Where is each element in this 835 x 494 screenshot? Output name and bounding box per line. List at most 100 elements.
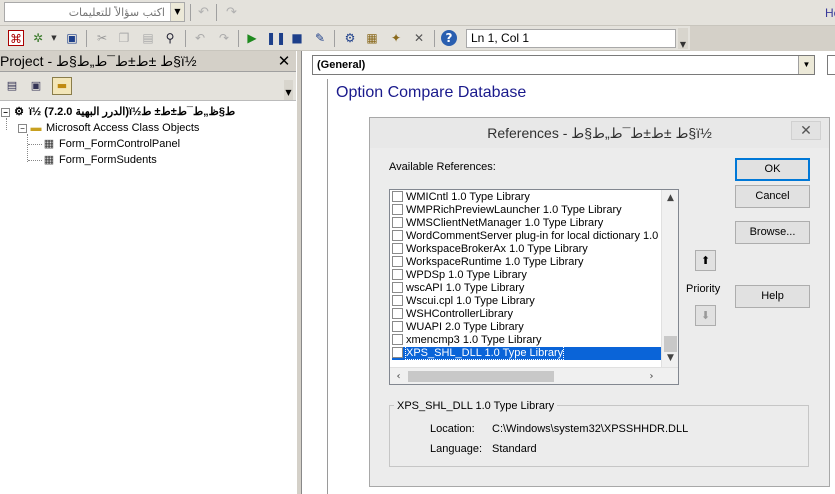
cursor-position: Ln 1, Col 1 <box>466 29 676 48</box>
toolbox-icon[interactable]: ✕ <box>411 30 427 46</box>
tree-item[interactable]: ▦ Form_FormSudents <box>42 153 157 167</box>
reference-item[interactable]: WorkspaceRuntime 1.0 Type Library <box>392 256 662 269</box>
access-view-icon[interactable]: ⌘ <box>8 30 24 46</box>
reference-info-group <box>389 405 809 467</box>
redo-icon[interactable]: ↷ <box>224 5 239 20</box>
dropdown-arrow-icon[interactable]: ▼ <box>170 3 184 21</box>
toolbar-separator <box>190 4 191 21</box>
vertical-scrollbar[interactable]: ▲ ▼ <box>661 190 678 367</box>
find-icon[interactable]: ⚲ <box>162 30 178 46</box>
tree-root-node[interactable]: − ⚙ ï½ (الدرر البهية 7.2.0)ï½ط§ظ„ط¯ط±ط± ط <box>1 105 235 119</box>
code-line[interactable]: Option Compare Database <box>336 84 526 102</box>
reference-checkbox[interactable] <box>392 347 403 358</box>
reference-checkbox[interactable] <box>392 217 403 228</box>
tree-folder-label: Microsoft Access Class Objects <box>46 122 200 134</box>
object-selector-value: (General) <box>317 59 366 71</box>
close-icon[interactable]: ✕ <box>791 121 821 140</box>
priority-label: Priority <box>686 283 721 295</box>
reference-checkbox[interactable] <box>392 321 403 332</box>
close-icon[interactable]: ✕ <box>275 53 293 70</box>
scrollbar-thumb[interactable] <box>408 371 554 382</box>
reference-checkbox[interactable] <box>392 334 403 345</box>
toggle-folders-icon[interactable]: ▬ <box>52 77 72 95</box>
priority-down-icon[interactable]: ⬇ <box>695 305 716 326</box>
break-icon[interactable]: ❚❚ <box>266 30 286 46</box>
reference-item[interactable]: WPDSp 1.0 Type Library <box>392 269 662 282</box>
tree-connector <box>27 134 28 162</box>
available-references-label: Available References: <box>389 161 496 173</box>
reference-checkbox[interactable] <box>392 269 403 280</box>
scroll-right-icon[interactable]: › <box>643 368 660 384</box>
toolbar-separator <box>86 30 87 47</box>
reference-checkbox[interactable] <box>392 256 403 267</box>
toolbar-separator <box>334 30 335 47</box>
tree-root-label: ï½ (الدرر البهية 7.2.0)ï½ط§ظ„ط¯ط±ط± ط <box>29 106 236 118</box>
reference-checkbox[interactable] <box>392 204 403 215</box>
dropdown-arrow-icon[interactable]: ▼ <box>798 56 814 74</box>
reference-item[interactable]: xmencmp3 1.0 Type Library <box>392 334 662 347</box>
reference-checkbox[interactable] <box>392 230 403 241</box>
reference-item[interactable]: WSHControllerLibrary <box>392 308 662 321</box>
object-selector[interactable]: (General) ▼ <box>312 55 815 75</box>
reference-checkbox[interactable] <box>392 295 403 306</box>
ok-button[interactable]: OK <box>735 158 810 181</box>
help-icon[interactable]: ? <box>441 30 457 46</box>
collapse-icon[interactable]: − <box>18 123 27 133</box>
reset-icon[interactable]: ■ <box>289 30 305 46</box>
procedure-selector[interactable] <box>827 55 835 75</box>
reference-checkbox[interactable] <box>392 282 403 293</box>
cancel-button[interactable]: Cancel <box>735 185 810 208</box>
redo-icon[interactable]: ↷ <box>216 30 232 46</box>
priority-up-icon[interactable]: ⬆ <box>695 250 716 271</box>
dropdown-arrow-icon[interactable]: ▼ <box>46 30 62 46</box>
project-explorer-icon[interactable]: ⚙ <box>342 30 358 46</box>
reference-checkbox[interactable] <box>392 308 403 319</box>
reference-item[interactable]: WUAPI 2.0 Type Library <box>392 321 662 334</box>
reference-item[interactable]: WMPRichPreviewLauncher 1.0 Type Library <box>392 204 662 217</box>
reference-checkbox[interactable] <box>392 191 403 202</box>
view-object-icon[interactable]: ▣ <box>26 77 46 95</box>
language-label: Language: <box>430 443 482 455</box>
cut-icon[interactable]: ✂ <box>94 30 110 46</box>
undo-icon[interactable]: ↶ <box>192 30 208 46</box>
toolbar-separator <box>216 4 217 21</box>
reference-item[interactable]: WMICntl 1.0 Type Library <box>392 191 662 204</box>
save-icon[interactable]: ▣ <box>64 30 80 46</box>
ask-question-box[interactable]: ▼ <box>4 2 185 22</box>
project-pane-title: Project - ط ±ط±ط¯ط„ط§ط§ï½ <box>0 51 296 72</box>
collapse-icon[interactable]: − <box>1 107 10 117</box>
tree-item[interactable]: ▦ Form_FormControlPanel <box>42 137 180 151</box>
scroll-down-icon[interactable]: ▼ <box>662 350 678 367</box>
toolbar-options-grip[interactable]: ▼ <box>678 28 688 49</box>
scroll-up-icon[interactable]: ▲ <box>662 190 678 207</box>
language-value: Standard <box>492 443 537 455</box>
reference-item[interactable]: WorkspaceBrokerAx 1.0 Type Library <box>392 243 662 256</box>
reference-item[interactable]: WordCommentServer plug-in for local dict… <box>392 230 662 243</box>
references-list[interactable]: WMICntl 1.0 Type Library WMPRichPreviewL… <box>389 189 679 385</box>
help-menu[interactable]: He <box>825 6 835 20</box>
reference-item[interactable]: wscAPI 1.0 Type Library <box>392 282 662 295</box>
reference-item[interactable]: WMSClientNetManager 1.0 Type Library <box>392 217 662 230</box>
tree-folder-node[interactable]: − ▬ Microsoft Access Class Objects <box>18 121 199 135</box>
tree-item-label: Form_FormControlPanel <box>59 138 181 150</box>
object-browser-icon[interactable]: ✦ <box>388 30 404 46</box>
insert-module-icon[interactable]: ✲ <box>30 30 46 46</box>
reference-item-selected[interactable]: XPS_SHL_DLL 1.0 Type Library <box>392 347 662 360</box>
help-button[interactable]: Help <box>735 285 810 308</box>
ask-question-input[interactable] <box>5 3 171 21</box>
run-icon[interactable]: ▶ <box>244 30 260 46</box>
selected-reference-name: XPS_SHL_DLL 1.0 Type Library <box>394 400 558 412</box>
standard-toolbar: ⌘ ✲ ▼ ▣ ✂ ❐ ▤ ⚲ ↶ ↷ ▶ ❚❚ ■ ✎ ⚙ ▦ ✦ ✕ ? L… <box>0 26 690 51</box>
horizontal-scrollbar[interactable]: ‹ › <box>390 367 678 384</box>
undo-icon[interactable]: ↶ <box>196 5 211 20</box>
view-code-icon[interactable]: ▤ <box>2 77 22 95</box>
browse-button[interactable]: Browse... <box>735 221 810 244</box>
reference-checkbox[interactable] <box>392 243 403 254</box>
toolbar-options-grip[interactable]: ▼ <box>284 80 293 100</box>
design-mode-icon[interactable]: ✎ <box>312 30 328 46</box>
reference-item[interactable]: Wscui.cpl 1.0 Type Library <box>392 295 662 308</box>
scroll-left-icon[interactable]: ‹ <box>390 368 407 384</box>
paste-icon[interactable]: ▤ <box>140 30 156 46</box>
copy-icon[interactable]: ❐ <box>116 30 132 46</box>
properties-icon[interactable]: ▦ <box>364 30 380 46</box>
